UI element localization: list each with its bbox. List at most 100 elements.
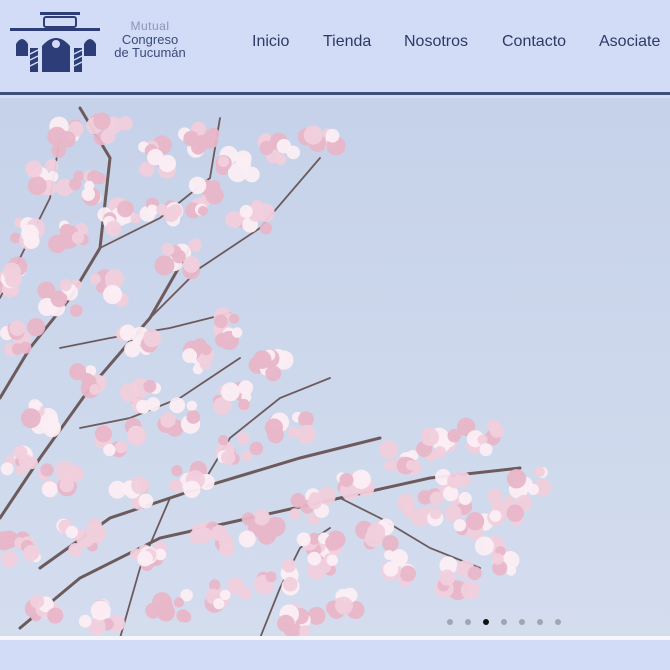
nav-item-nosotros[interactable]: Nosotros [404, 33, 468, 51]
blossom [93, 112, 111, 130]
slider-dot[interactable] [519, 619, 525, 625]
blossom [11, 343, 24, 355]
blossom [117, 200, 134, 218]
blossom [188, 238, 202, 252]
blossom [130, 213, 141, 224]
blossom [131, 476, 149, 495]
blossom [147, 148, 164, 166]
blossom [447, 472, 463, 489]
slider-dot[interactable] [447, 619, 453, 625]
blossom [429, 491, 444, 506]
blossom [298, 411, 314, 427]
blossom [225, 211, 243, 229]
blossom [173, 597, 184, 608]
blossom [213, 598, 225, 610]
blossom [59, 477, 75, 493]
blossom [214, 314, 228, 329]
page-bottom-band [0, 640, 670, 670]
blossom [255, 509, 268, 522]
blossom [334, 596, 353, 615]
blossom [492, 552, 504, 565]
blossom [453, 519, 466, 532]
blossom [143, 379, 157, 393]
blossom [89, 383, 101, 395]
blossom [188, 176, 207, 195]
blossom [506, 504, 524, 522]
slider-dot[interactable] [483, 619, 489, 625]
blossom [351, 469, 371, 489]
blossom [27, 176, 47, 196]
blossom [138, 493, 154, 509]
blossom [71, 231, 85, 244]
blossom [160, 412, 176, 428]
blossom [238, 530, 256, 548]
hero-slider[interactable] [0, 98, 670, 636]
blossom [163, 206, 179, 222]
hero-image-cherry-blossom [0, 106, 552, 636]
blossom [69, 304, 83, 317]
blossom [489, 509, 502, 522]
nav-item-asociate[interactable]: Asociate [599, 33, 660, 51]
blossom [78, 614, 92, 628]
blossom [65, 525, 79, 539]
blossom [81, 187, 96, 201]
blossom [384, 460, 395, 471]
blossom [444, 504, 462, 522]
blossom [433, 446, 447, 459]
blossom [137, 550, 153, 567]
blossom [161, 242, 175, 256]
blossom [234, 150, 252, 168]
blossom [45, 159, 59, 173]
site-header: Mutual Congreso de Tucumán Inicio Tienda… [0, 0, 670, 92]
blossom [218, 434, 229, 446]
slider-dot[interactable] [537, 619, 543, 625]
main-nav: Inicio Tienda Nosotros Contacto Asociate [0, 33, 670, 57]
blossom [405, 460, 417, 471]
blossom [460, 580, 480, 600]
blossom [379, 440, 398, 459]
nav-item-tienda[interactable]: Tienda [323, 33, 371, 51]
blossom [15, 464, 27, 476]
blossom [51, 143, 67, 158]
blossom [69, 178, 82, 191]
blossom [103, 285, 123, 305]
blossom [171, 465, 183, 477]
blossom [303, 125, 323, 145]
blossom [119, 324, 136, 341]
blossom [276, 138, 292, 154]
slider-dot[interactable] [501, 619, 507, 625]
blossom [458, 491, 472, 506]
nav-item-inicio[interactable]: Inicio [252, 33, 289, 51]
blossom [221, 450, 236, 465]
blossom [183, 480, 201, 498]
slider-dot[interactable] [465, 619, 471, 625]
blossom [169, 397, 186, 414]
blossom [297, 424, 317, 444]
blossom [241, 512, 256, 526]
blossom [289, 508, 301, 520]
blossom [23, 232, 40, 249]
blossom [219, 541, 235, 557]
blossom [42, 419, 61, 438]
blossom [192, 338, 208, 353]
blossom [383, 561, 399, 577]
blossom [96, 375, 107, 386]
blossom [13, 445, 28, 460]
blossom [267, 426, 284, 444]
blossom [325, 534, 341, 551]
blossom [9, 320, 26, 336]
blossom [479, 443, 493, 457]
blossom [126, 426, 147, 446]
blossom [339, 472, 354, 488]
blossom [259, 222, 273, 235]
blossom [197, 205, 209, 217]
slider-dot[interactable] [555, 619, 561, 625]
blossom [176, 609, 190, 623]
blossom [156, 603, 176, 622]
nav-item-contacto[interactable]: Contacto [502, 33, 566, 51]
blossom [429, 507, 442, 520]
blossom [420, 427, 440, 447]
blossom [290, 493, 306, 508]
blossom [326, 554, 338, 566]
slider-dots [444, 619, 564, 627]
